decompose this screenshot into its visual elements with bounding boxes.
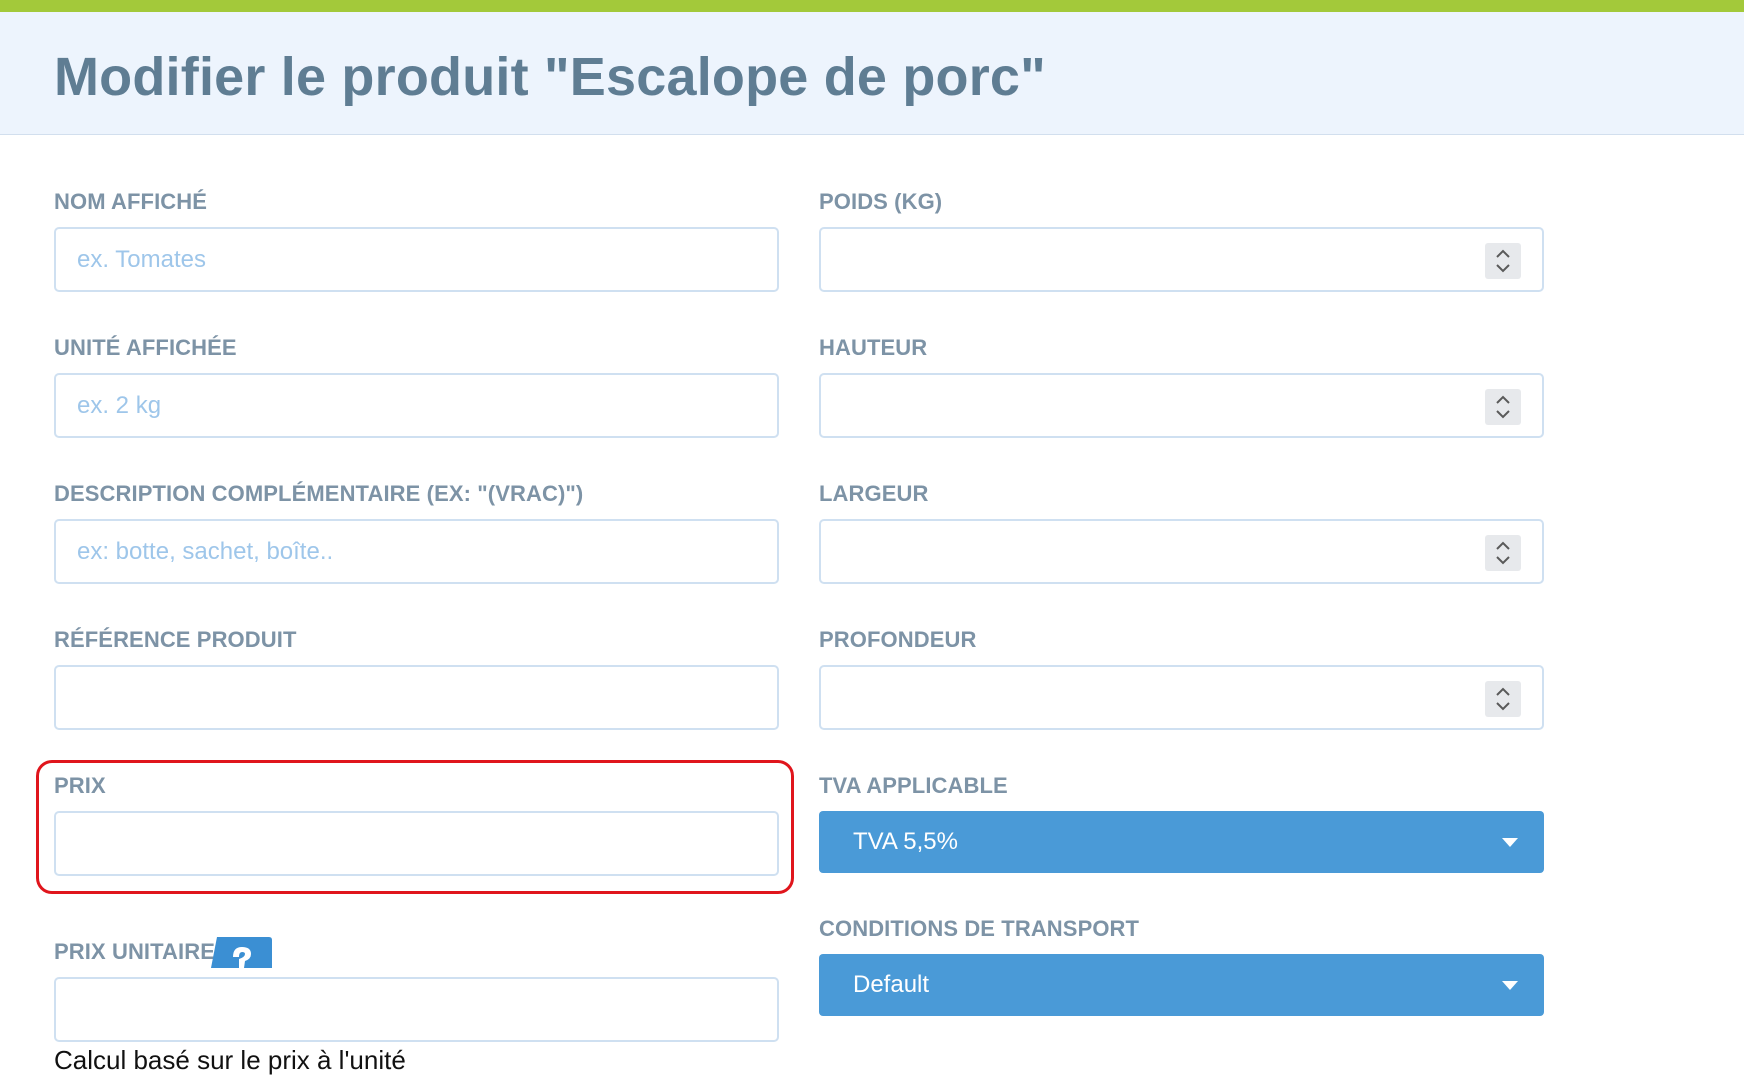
question-icon[interactable] bbox=[211, 935, 273, 968]
hauteur-input[interactable] bbox=[819, 373, 1544, 438]
transport-selected-value: Default bbox=[853, 971, 930, 998]
prix-label: PRIX bbox=[54, 773, 106, 798]
nom-affiche-input[interactable]: ex. Tomates bbox=[54, 227, 779, 292]
description-label: DESCRIPTION COMPLÉMENTAIRE (EX: "(VRAC)"… bbox=[54, 481, 584, 506]
spinner-arrows-icon bbox=[1496, 541, 1510, 565]
prix-input[interactable] bbox=[54, 811, 779, 876]
spinner-arrows-icon bbox=[1496, 395, 1510, 419]
chevron-down-icon bbox=[1502, 838, 1518, 847]
poids-spinner[interactable] bbox=[1485, 243, 1521, 279]
spinner-arrows-icon bbox=[1496, 249, 1510, 273]
chevron-down-icon bbox=[1502, 981, 1518, 990]
spinner-arrows-icon bbox=[1496, 687, 1510, 711]
description-placeholder: ex: botte, sachet, boîte.. bbox=[77, 538, 334, 565]
poids-input[interactable] bbox=[819, 227, 1544, 292]
prix-unitaire-note: Calcul basé sur le prix à l'unité bbox=[54, 1045, 406, 1075]
page-title: Modifier le produit "Escalope de porc" bbox=[54, 47, 1046, 107]
top-accent-bar bbox=[0, 0, 1744, 12]
prix-unitaire-label: PRIX UNITAIRE bbox=[54, 939, 216, 964]
tva-select[interactable]: TVA 5,5% bbox=[819, 811, 1544, 873]
tva-label: TVA APPLICABLE bbox=[819, 773, 1008, 798]
unite-affichee-input[interactable]: ex. 2 kg bbox=[54, 373, 779, 438]
largeur-input[interactable] bbox=[819, 519, 1544, 584]
nom-affiche-label: NOM AFFICHÉ bbox=[54, 189, 208, 214]
transport-label: CONDITIONS DE TRANSPORT bbox=[819, 916, 1140, 941]
hauteur-label: HAUTEUR bbox=[819, 335, 928, 360]
largeur-label: LARGEUR bbox=[819, 481, 929, 506]
page-header: Modifier le produit "Escalope de porc" bbox=[0, 12, 1744, 135]
transport-select[interactable]: Default bbox=[819, 954, 1544, 1016]
reference-label: RÉFÉRENCE PRODUIT bbox=[54, 627, 297, 652]
unite-affichee-placeholder: ex. 2 kg bbox=[77, 392, 162, 419]
poids-label: POIDS (KG) bbox=[819, 189, 943, 214]
profondeur-label: PROFONDEUR bbox=[819, 627, 977, 652]
largeur-spinner[interactable] bbox=[1485, 535, 1521, 571]
prix-unitaire-input[interactable] bbox=[54, 977, 779, 1042]
nom-affiche-placeholder: ex. Tomates bbox=[77, 246, 206, 273]
tva-selected-value: TVA 5,5% bbox=[853, 828, 958, 855]
profondeur-spinner[interactable] bbox=[1485, 681, 1521, 717]
profondeur-input[interactable] bbox=[819, 665, 1544, 730]
hauteur-spinner[interactable] bbox=[1485, 389, 1521, 425]
description-input[interactable]: ex: botte, sachet, boîte.. bbox=[54, 519, 779, 584]
reference-input[interactable] bbox=[54, 665, 779, 730]
unite-affichee-label: UNITÉ AFFICHÉE bbox=[54, 335, 237, 360]
